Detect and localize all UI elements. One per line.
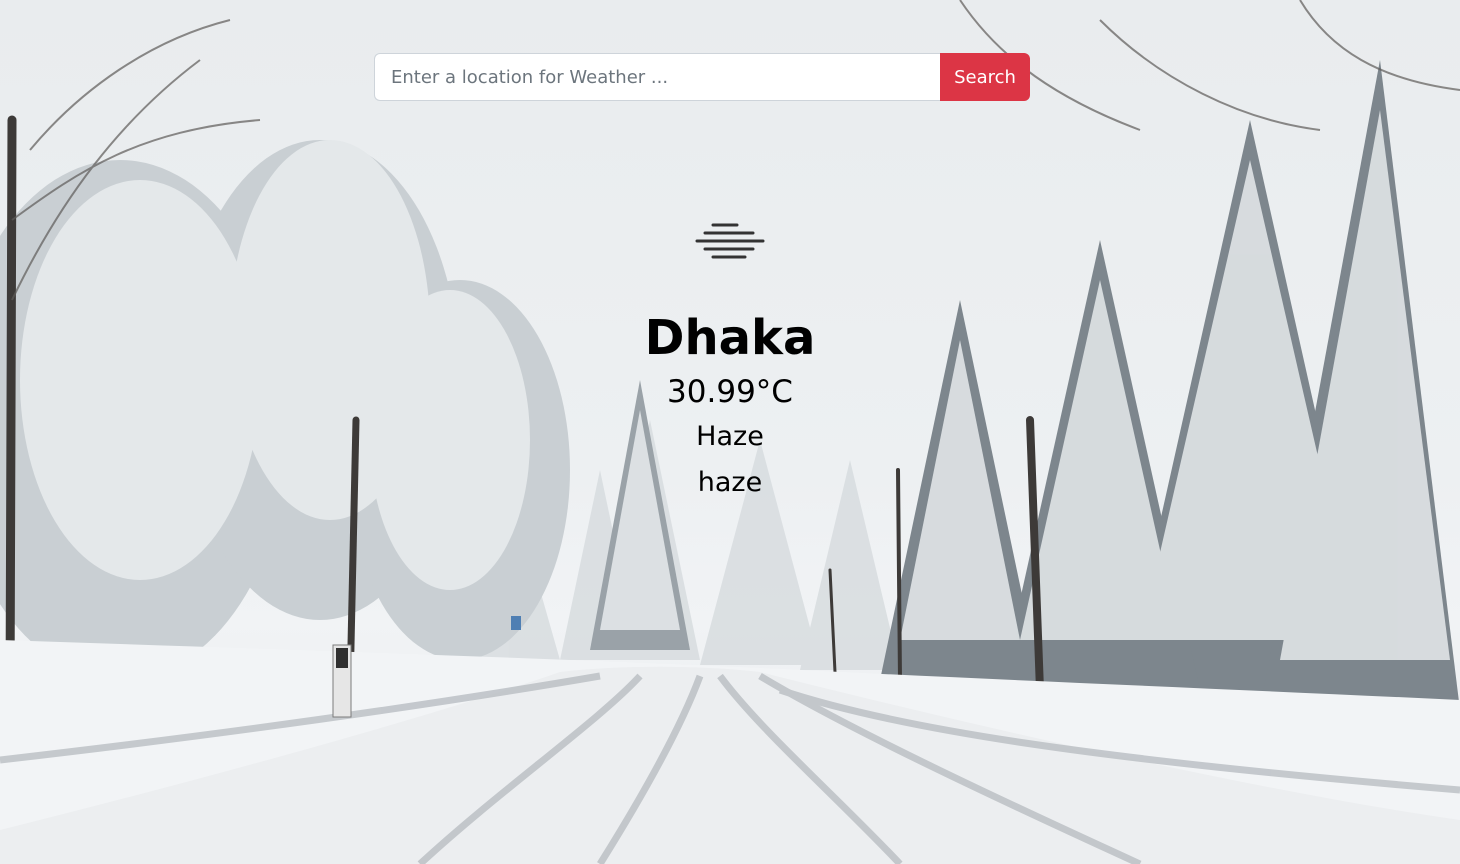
temperature: 30.99°C xyxy=(667,374,793,410)
haze-icon xyxy=(695,223,765,259)
search-button[interactable]: Search xyxy=(940,53,1030,101)
weather-description: haze xyxy=(697,467,763,498)
weather-condition: Haze xyxy=(696,421,764,452)
weather-panel: Dhaka 30.99°C Haze haze xyxy=(0,220,1460,506)
search-input[interactable] xyxy=(374,53,940,101)
city-name: Dhaka xyxy=(644,310,816,366)
search-bar: Search xyxy=(374,53,1030,101)
